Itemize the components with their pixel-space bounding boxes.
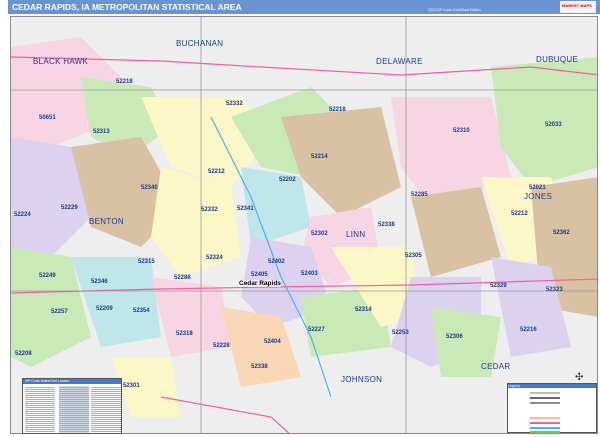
zip-label: 52315 (138, 259, 155, 265)
map-legend: Legend (507, 383, 597, 433)
zip-label: 52249 (39, 273, 56, 279)
index-column (59, 386, 89, 433)
county-label: JONES (524, 192, 553, 201)
zip-label: 52218 (116, 79, 133, 85)
legend-line (530, 397, 560, 399)
legend-line (530, 417, 560, 419)
county-label: JOHNSON (341, 375, 383, 384)
zip-label: 52402 (268, 259, 285, 265)
zip-label: 52354 (133, 308, 150, 314)
county-label: BENTON (89, 217, 124, 226)
zip-label: 52285 (411, 192, 428, 198)
zip-label: 52324 (206, 255, 223, 261)
zip-label: 52253 (392, 330, 409, 336)
county-label: BLACK HAWK (33, 57, 89, 66)
zip-label: 52302 (311, 231, 328, 237)
county-label: DELAWARE (376, 57, 423, 66)
legend-line (530, 427, 560, 429)
zip-label: 52229 (61, 205, 78, 211)
zip-label: 52218 (329, 107, 346, 113)
zip-label: 52405 (251, 272, 268, 278)
zip-index-title: ZIP Code Index/Grid Locator (23, 379, 121, 384)
legend-line (530, 422, 560, 424)
zip-label: 52318 (176, 331, 193, 337)
zip-label: 52224 (14, 212, 31, 218)
zip-label: 52228 (213, 343, 230, 349)
zip-label: 52323 (546, 287, 563, 293)
map-edition: 2020 ZIP Code Color/Cast Edition (428, 8, 481, 12)
legend-title: Legend (508, 384, 596, 388)
zip-label: 52404 (264, 339, 281, 345)
zip-label: 52362 (553, 230, 570, 236)
zip-label: 52208 (15, 351, 32, 357)
county-label: BUCHANAN (176, 39, 224, 48)
legend-line (530, 392, 560, 394)
zip-index-table: ZIP Code Index/Grid Locator (22, 378, 122, 434)
zip-label: 52214 (311, 154, 328, 160)
zip-label: 52209 (96, 306, 113, 312)
zip-label: 52338 (251, 364, 268, 370)
zip-label: 52257 (51, 309, 68, 315)
zip-label: 52332 (226, 101, 243, 107)
zip-label: 52329 (490, 283, 507, 289)
zip-label: 50651 (39, 115, 56, 121)
zip-label: 52212 (208, 169, 225, 175)
compass-rose-icon: ✣ (575, 372, 584, 383)
zip-region (411, 187, 501, 277)
zip-label: 52305 (405, 253, 422, 259)
legend-line (530, 431, 560, 433)
zip-label: 52338 (378, 222, 395, 228)
zip-label: 52286 (174, 275, 191, 281)
zip-label: 52332 (201, 207, 218, 213)
zip-label: 52310 (453, 128, 470, 134)
zip-label: 52301 (123, 383, 140, 389)
zip-label: 52346 (91, 279, 108, 285)
index-column (25, 386, 55, 433)
county-label: DUBUQUE (536, 55, 579, 64)
zip-label: 52341 (237, 206, 254, 212)
zip-label: 52021 (529, 185, 546, 191)
publisher-logo: MARKET MAPS (560, 1, 596, 13)
zip-label: 52313 (93, 129, 110, 135)
map-title: CEDAR RAPIDS, IA METROPOLITAN STATISTICA… (12, 2, 242, 12)
title-bar: CEDAR RAPIDS, IA METROPOLITAN STATISTICA… (8, 0, 600, 14)
legend-line (530, 402, 560, 404)
zip-label: 52227 (308, 327, 325, 333)
zip-label: 52314 (355, 307, 372, 313)
map-canvas[interactable]: BUCHANAN BLACK HAWK DELAWARE DUBUQUE BEN… (10, 16, 598, 434)
county-label: LINN (346, 230, 366, 239)
zip-label: 52306 (446, 334, 463, 340)
zip-label: 52403 (301, 271, 318, 277)
zip-label: 52033 (545, 122, 562, 128)
county-label: CEDAR (481, 362, 511, 371)
city-label: Cedar Rapids (239, 280, 281, 287)
zip-label: 52212 (511, 211, 528, 217)
zip-label: 52216 (520, 327, 537, 333)
zip-label: 52202 (279, 177, 296, 183)
index-column (91, 386, 121, 433)
zip-label: 52340 (141, 185, 158, 191)
